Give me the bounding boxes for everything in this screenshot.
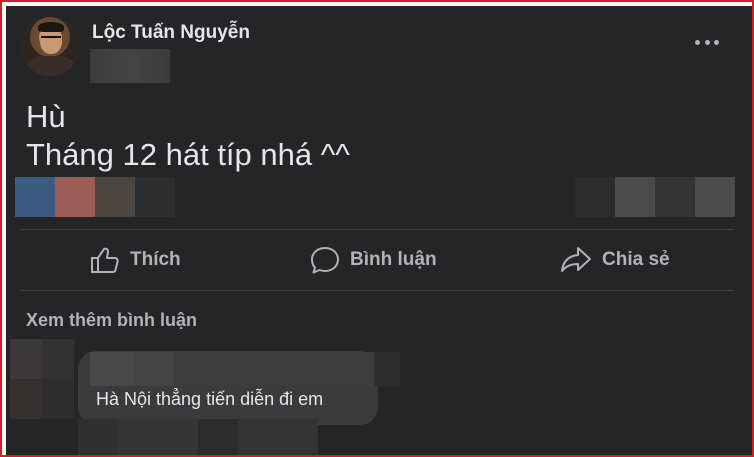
comment-actions-blurred xyxy=(78,419,398,455)
share-button[interactable]: Chia sẻ xyxy=(560,242,670,278)
screenshot-frame: Lộc Tuấn Nguyễn Hù Tháng 12 hát típ nhá … xyxy=(0,0,754,457)
more-options-icon[interactable] xyxy=(690,32,724,52)
comment-share-count-blurred[interactable] xyxy=(575,177,735,217)
divider-bottom xyxy=(20,290,734,291)
commenter-name-blurred[interactable] xyxy=(90,352,400,386)
share-arrow-icon xyxy=(561,247,591,272)
facebook-post: Lộc Tuấn Nguyễn Hù Tháng 12 hát típ nhá … xyxy=(6,6,752,455)
post-timestamp-blurred xyxy=(90,49,170,83)
view-more-comments-link[interactable]: Xem thêm bình luận xyxy=(26,310,197,331)
comment-text: Hà Nội thẳng tiến diễn đi em xyxy=(96,389,324,409)
reaction-summary-blurred[interactable] xyxy=(15,177,175,217)
commenter-avatar-blurred[interactable] xyxy=(10,339,74,419)
speech-bubble-icon xyxy=(311,247,339,274)
divider-top xyxy=(20,229,734,230)
thumbs-up-icon xyxy=(91,247,119,273)
post-text-line-2: Tháng 12 hát típ nhá ^^ xyxy=(26,137,350,172)
comment-label: Bình luận xyxy=(350,249,437,270)
author-name[interactable]: Lộc Tuấn Nguyễn xyxy=(92,22,250,44)
share-label: Chia sẻ xyxy=(602,249,670,270)
like-button[interactable]: Thích xyxy=(90,242,181,278)
post-text: Hù Tháng 12 hát típ nhá ^^ xyxy=(26,98,726,174)
post-text-line-1: Hù xyxy=(26,99,66,134)
comment-button[interactable]: Bình luận xyxy=(310,242,437,278)
author-avatar[interactable] xyxy=(20,16,80,76)
like-label: Thích xyxy=(130,249,181,270)
